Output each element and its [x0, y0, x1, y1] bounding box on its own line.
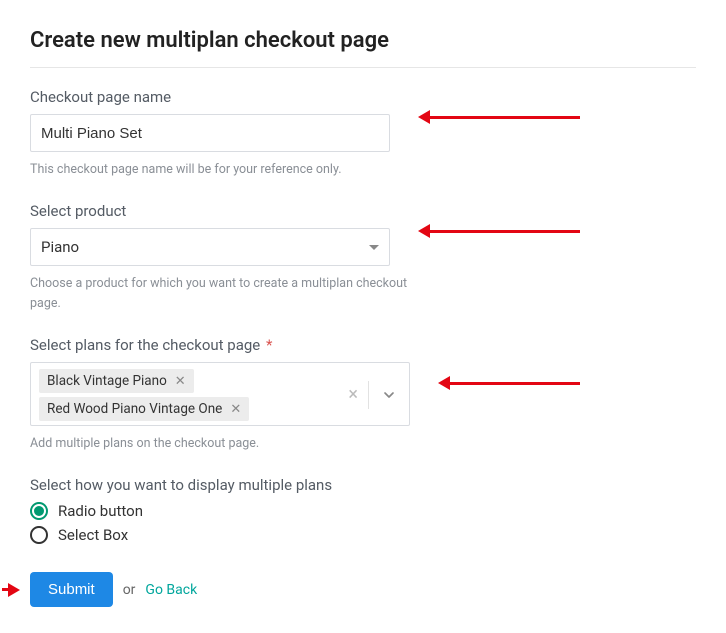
display-mode-label: Select how you want to display multiple …	[30, 476, 696, 494]
product-label: Select product	[30, 202, 696, 220]
or-text: or	[123, 582, 136, 598]
radio-option-select-box[interactable]: Select Box	[30, 526, 696, 544]
remove-tag-icon[interactable]: ✕	[175, 375, 186, 388]
plan-tag-label: Black Vintage Piano	[47, 373, 167, 389]
radio-icon	[30, 502, 48, 520]
remove-tag-icon[interactable]: ✕	[230, 403, 241, 416]
annotation-arrow-icon	[430, 116, 580, 119]
submit-button[interactable]: Submit	[30, 572, 113, 607]
chevron-down-icon[interactable]	[373, 387, 401, 403]
plans-tags-area: Black Vintage Piano ✕ Red Wood Piano Vin…	[39, 369, 336, 421]
page-title: Create new multiplan checkout page	[30, 28, 696, 53]
plan-tag: Red Wood Piano Vintage One ✕	[39, 397, 249, 421]
plan-tag: Black Vintage Piano ✕	[39, 369, 194, 393]
annotation-arrow-icon	[450, 382, 580, 385]
product-select-value: Piano	[41, 238, 79, 256]
product-select[interactable]: Piano	[30, 228, 390, 266]
multiselect-controls: ×	[336, 381, 401, 409]
checkout-name-label: Checkout page name	[30, 88, 696, 106]
chevron-down-icon	[369, 245, 379, 250]
plans-label-wrap: Select plans for the checkout page *	[30, 336, 696, 354]
radio-label: Select Box	[58, 526, 128, 544]
divider	[30, 67, 696, 68]
product-help: Choose a product for which you want to c…	[30, 274, 410, 314]
radio-icon	[30, 526, 48, 544]
field-checkout-name: Checkout page name This checkout page na…	[30, 88, 696, 180]
field-plans: Select plans for the checkout page * Bla…	[30, 336, 696, 454]
annotation-arrow-icon	[430, 230, 580, 233]
checkout-name-input[interactable]	[30, 114, 390, 152]
annotation-arrow-icon	[8, 583, 20, 597]
go-back-link[interactable]: Go Back	[145, 582, 197, 598]
actions-row: Submit or Go Back	[30, 572, 696, 607]
plans-label: Select plans for the checkout page	[30, 336, 260, 354]
field-product: Select product Piano Choose a product fo…	[30, 202, 696, 314]
field-display-mode: Select how you want to display multiple …	[30, 476, 696, 544]
required-marker: *	[266, 336, 272, 354]
plans-multiselect[interactable]: Black Vintage Piano ✕ Red Wood Piano Vin…	[30, 362, 410, 426]
plan-tag-label: Red Wood Piano Vintage One	[47, 401, 222, 417]
checkout-name-help: This checkout page name will be for your…	[30, 160, 410, 180]
radio-label: Radio button	[58, 502, 143, 520]
separator	[368, 381, 369, 409]
plans-help: Add multiple plans on the checkout page.	[30, 434, 410, 454]
clear-all-icon[interactable]: ×	[342, 386, 364, 404]
radio-option-radio-button[interactable]: Radio button	[30, 502, 696, 520]
